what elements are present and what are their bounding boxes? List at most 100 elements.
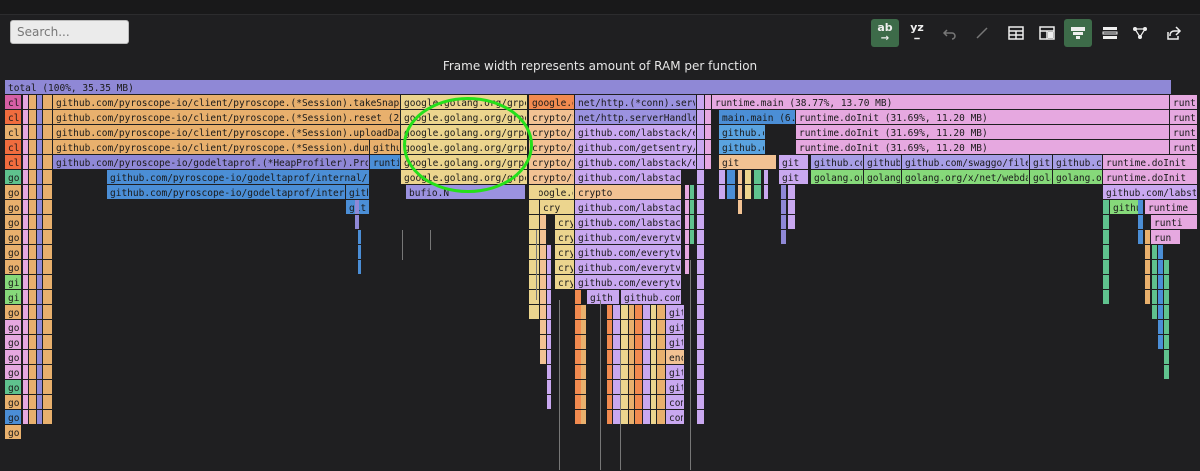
flame-frame-minor[interactable] [1164, 350, 1169, 364]
flame-frame-minor[interactable] [690, 215, 694, 229]
flame-frame-minor[interactable] [651, 365, 656, 379]
flame-frame-minor[interactable] [43, 350, 52, 364]
flame-frame-minor[interactable] [727, 170, 735, 184]
flame-frame-minor[interactable] [29, 215, 36, 229]
flame-frame-minor[interactable] [738, 185, 742, 199]
flame-frame-minor[interactable] [607, 395, 612, 409]
flame-frame-minor[interactable] [540, 350, 546, 364]
flame-frame-minor[interactable] [1103, 290, 1109, 304]
sort-text-button[interactable]: yz ⎯ [903, 19, 931, 47]
flame-frame-minor[interactable] [697, 305, 704, 319]
flame-frame-minor[interactable] [23, 380, 28, 394]
flame-frame-minor[interactable] [1164, 260, 1169, 274]
flame-frame[interactable]: git [779, 170, 808, 184]
flame-frame-minor[interactable] [685, 185, 689, 199]
flame-frame-minor[interactable] [635, 350, 642, 364]
flame-frame-minor[interactable] [37, 125, 42, 139]
flame-frame-minor[interactable] [23, 140, 28, 154]
flame-frame-minor[interactable] [697, 275, 704, 289]
flame-frame-minor[interactable] [581, 305, 586, 319]
flame-frame-minor[interactable] [705, 95, 711, 109]
flame-frame[interactable]: runtime.doInit (31.69%, 11.20 MB) [796, 140, 1169, 154]
flame-frame-minor[interactable] [705, 155, 711, 169]
flame-frame-minor[interactable] [651, 320, 656, 334]
flame-frame[interactable]: github.com/pyroscope-io/godeltaprof.(*He… [53, 155, 422, 169]
flame-frame-minor[interactable] [575, 305, 581, 319]
flame-frame-minor[interactable] [23, 185, 28, 199]
flame-frame-minor[interactable] [629, 305, 634, 319]
flame-frame-minor[interactable] [629, 395, 634, 409]
flame-frame-minor[interactable] [690, 230, 694, 244]
flame-frame[interactable]: clo [5, 110, 25, 124]
flame-frame-minor[interactable] [43, 140, 52, 154]
flame-frame-minor[interactable] [581, 410, 586, 424]
flame-frame-minor[interactable] [37, 275, 42, 289]
flame-frame[interactable]: git [5, 290, 25, 304]
flame-frame-minor[interactable] [29, 260, 36, 274]
flame-frame[interactable]: git [779, 155, 808, 169]
flame-frame[interactable]: clo [5, 155, 25, 169]
flame-frame-minor[interactable] [719, 170, 725, 184]
flame-frame-minor[interactable] [629, 335, 634, 349]
flame-frame[interactable]: github.com/labstack/e [575, 200, 698, 214]
flame-frame-minor[interactable] [621, 305, 628, 319]
flame-frame-minor[interactable] [1164, 320, 1169, 334]
flame-frame-minor[interactable] [37, 155, 42, 169]
flame-frame-minor[interactable] [575, 320, 581, 334]
flame-frame-minor[interactable] [657, 305, 665, 319]
flame-frame-minor[interactable] [613, 380, 620, 394]
flame-frame-minor[interactable] [705, 125, 711, 139]
flame-frame-minor[interactable] [581, 380, 586, 394]
flame-frame[interactable]: cry [555, 230, 575, 244]
flame-frame-minor[interactable] [607, 305, 612, 319]
flame-frame[interactable]: golang. [864, 170, 907, 184]
flame-frame-minor[interactable] [29, 155, 36, 169]
flame-frame-minor[interactable] [29, 125, 36, 139]
flame-frame[interactable]: goo [5, 320, 25, 334]
flame-frame[interactable]: runtime.doInit (31.69%, 11.20 MB) [796, 125, 1169, 139]
flame-frame-minor[interactable] [635, 395, 642, 409]
flame-frame-minor[interactable] [23, 245, 28, 259]
flame-frame[interactable]: github.com/labstack/echo [575, 125, 716, 139]
flame-frame-minor[interactable] [529, 185, 539, 199]
flame-frame[interactable]: gola [1030, 170, 1056, 184]
flame-frame-minor[interactable] [529, 230, 539, 244]
flame-frame-minor[interactable] [1145, 245, 1150, 259]
flame-frame-minor[interactable] [1164, 290, 1169, 304]
flame-frame-minor[interactable] [651, 335, 656, 349]
flame-frame[interactable]: clo [5, 125, 25, 139]
flame-frame-minor[interactable] [613, 335, 620, 349]
flame-frame[interactable]: github.c [719, 125, 768, 139]
flame-frame-minor[interactable] [37, 395, 42, 409]
flame-frame[interactable]: com [666, 410, 686, 424]
flamegraph-view-button[interactable] [1064, 19, 1092, 47]
flame-frame-minor[interactable] [657, 410, 665, 424]
flame-frame-minor[interactable] [613, 350, 620, 364]
flame-frame-minor[interactable] [697, 140, 704, 154]
flame-frame[interactable]: github.c [719, 140, 768, 154]
graph-view-button[interactable] [1126, 19, 1154, 47]
flame-frame[interactable]: com [666, 395, 686, 409]
flame-frame[interactable]: runt [1170, 140, 1197, 154]
flame-frame-minor[interactable] [29, 140, 36, 154]
flame-frame[interactable]: runti [1151, 215, 1197, 229]
flame-frame-minor[interactable] [621, 335, 628, 349]
flame-frame[interactable]: goo [5, 425, 25, 439]
flame-frame-minor[interactable] [697, 320, 704, 334]
flame-frame-minor[interactable] [529, 275, 539, 289]
flame-frame[interactable]: github.com/everytv/ma [575, 275, 698, 289]
flame-frame[interactable]: gith [1030, 155, 1056, 169]
flame-frame-minor[interactable] [781, 185, 786, 199]
flame-frame-minor[interactable] [745, 185, 751, 199]
flame-frame-minor[interactable] [657, 395, 665, 409]
flame-frame-minor[interactable] [43, 125, 52, 139]
flame-frame[interactable]: github.com/labstack/e [575, 215, 698, 229]
flame-frame[interactable]: git [719, 155, 776, 169]
flame-frame[interactable]: cry [540, 200, 574, 214]
flame-frame-minor[interactable] [629, 350, 634, 364]
sandwich-view-button[interactable] [1096, 19, 1124, 47]
flame-frame-minor[interactable] [1145, 290, 1150, 304]
flame-frame-minor[interactable] [1138, 215, 1143, 229]
flame-frame-minor[interactable] [358, 260, 361, 274]
flame-frame[interactable]: enc [666, 350, 686, 364]
